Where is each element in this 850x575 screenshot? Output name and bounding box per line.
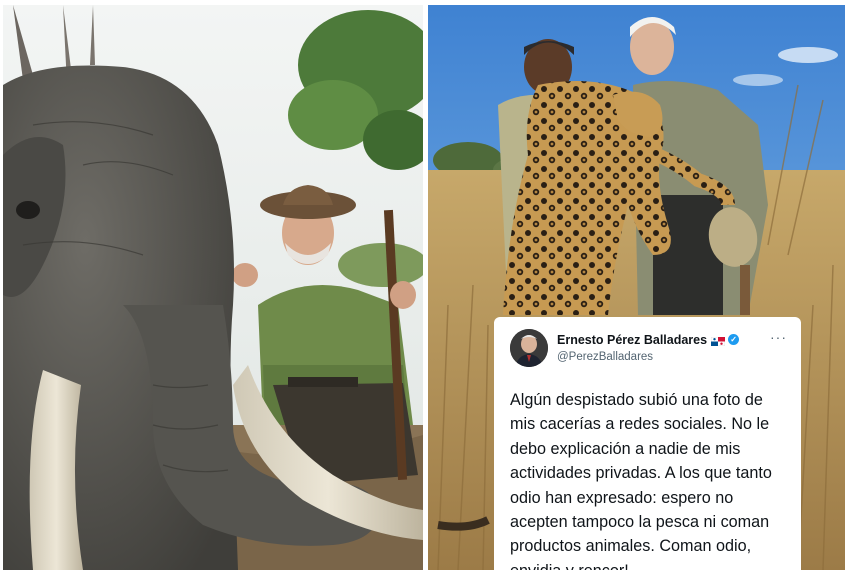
author-name-row[interactable]: Ernesto Pérez Balladares ✓ [557,333,740,347]
tweet-text: Algún despistado subió una foto de mis c… [510,391,772,570]
panama-flag-icon [710,335,726,347]
author-avatar[interactable] [510,329,548,367]
photo-hunter-with-elephant [3,5,423,570]
tweet-header: Ernesto Pérez Balladares ✓ @PerezBalladar… [510,327,787,371]
verified-badge-icon: ✓ [728,334,740,346]
elephant-scene [3,5,423,570]
author-name[interactable]: Ernesto Pérez Balladares [557,333,707,347]
more-options-icon[interactable]: ··· [770,329,787,345]
tweet-card[interactable]: Ernesto Pérez Balladares ✓ @PerezBalladar… [494,317,801,570]
author-handle[interactable]: @PerezBalladares [557,351,653,363]
